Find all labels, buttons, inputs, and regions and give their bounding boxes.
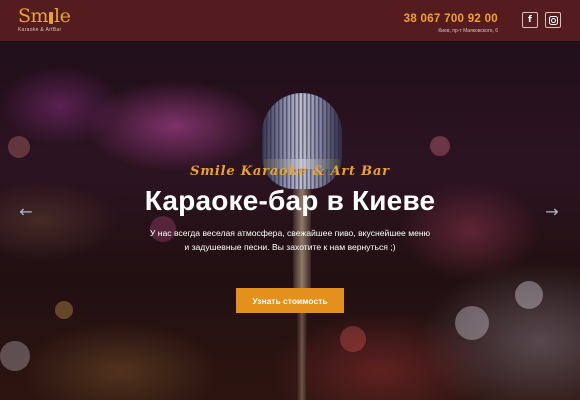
- logo-glass-icon: [49, 12, 54, 24]
- logo-text-start: Sm: [18, 5, 49, 27]
- hero-title: Караоке-бар в Киеве: [144, 185, 436, 216]
- phone-number[interactable]: 38 067 700 92 00: [404, 13, 498, 26]
- facebook-icon[interactable]: f: [522, 12, 538, 28]
- instagram-icon[interactable]: [545, 12, 561, 28]
- logo[interactable]: Sm le Karaoke & ArtBar: [18, 5, 71, 36]
- get-price-button[interactable]: Узнать стоимость: [236, 288, 344, 313]
- site-header: Sm le Karaoke & ArtBar 38 067 700 92 00 К…: [0, 0, 580, 41]
- hero-description: У нас всегда веселая атмосфера, свежайше…: [0, 226, 580, 254]
- logo-wordmark: Sm le: [18, 5, 71, 27]
- contact-block: 38 067 700 92 00 Киев, пр-т Маяковского,…: [404, 13, 498, 34]
- hero-slider: Smile Karaoke & Art Bar Караоке-бар в Ки…: [0, 41, 580, 400]
- arrow-left-icon[interactable]: ←: [16, 202, 36, 221]
- arrow-right-icon[interactable]: →: [542, 202, 562, 221]
- address: Киев, пр-т Маяковского, 6: [438, 28, 498, 34]
- logo-text-end: le: [54, 5, 71, 27]
- logo-subtitle: Karaoke & ArtBar: [18, 27, 62, 33]
- hero-description-line: и задушевные песни. Вы захотите к нам ве…: [184, 242, 396, 252]
- hero-content: Smile Karaoke & Art Bar Караоке-бар в Ки…: [0, 41, 580, 400]
- hero-description-line: У нас всегда веселая атмосфера, свежайше…: [149, 228, 431, 238]
- hero-tagline: Smile Karaoke & Art Bar: [190, 164, 390, 179]
- instagram-glyph: [548, 15, 558, 25]
